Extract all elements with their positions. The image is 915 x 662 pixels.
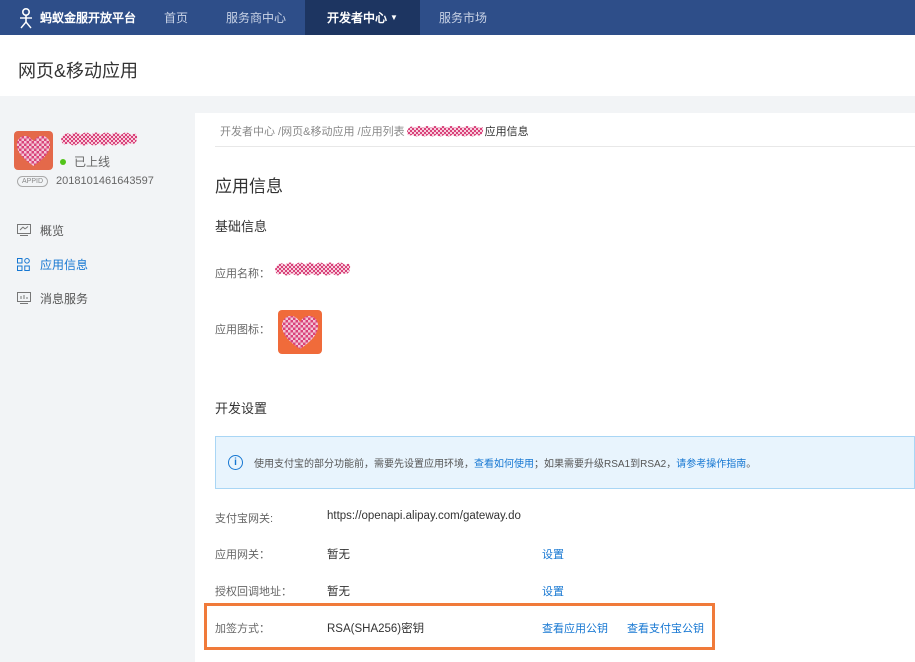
sidebar-item-app-info[interactable]: 应用信息 [0,247,193,281]
gateway-value: https://openapi.alipay.com/gateway.do [327,510,521,522]
appid-row: APPID 2018101461643597 [17,175,154,187]
chart-icon [17,292,32,304]
highlight-box [204,603,715,650]
sidebar-item-label: 概览 [40,223,65,238]
app-avatar [14,131,53,170]
app-name-redacted [61,132,138,146]
nav-home-label: 首页 [164,11,189,25]
divider [215,146,915,147]
grid-icon [17,258,32,271]
callback-row: 授权回调地址： 暂无 设置 [215,583,905,603]
gateway-label: 支付宝网关: [215,513,274,525]
brand-name: 蚂蚁金服开放平台 [40,11,137,25]
sidebar-item-message-service[interactable]: 消息服务 [0,281,193,315]
page-title: 网页&移动应用 [18,61,139,81]
caret-down-icon: ▼ [390,13,398,22]
breadcrumb-dev-center[interactable]: 开发者中心 / [220,123,281,139]
sidebar: 已上线 APPID 2018101461643597 概览 应用信息 消息服务 [0,113,193,662]
main-content: 开发者中心 / 网页&移动应用 / 应用列表 应用信息 应用信息 基础信息 应用… [195,113,915,662]
set-app-gateway-link[interactable]: 设置 [542,546,564,562]
breadcrumb-app-list[interactable]: 应用列表 [361,123,405,139]
ant-logo-icon [20,7,32,28]
guide-link[interactable]: 请参考操作指南 [676,459,746,470]
side-menu: 概览 应用信息 消息服务 [0,213,193,315]
breadcrumb-web-mobile[interactable]: 网页&移动应用 / [281,123,360,139]
set-callback-link[interactable]: 设置 [542,583,564,599]
app-icon-image [278,310,322,354]
alert-text: 。 [746,459,757,470]
info-alert: i 使用支付宝的部分功能前，需要先设置应用环境，查看如何使用；如果需要升级RSA… [215,436,915,489]
page-header: 网页&移动应用 [0,35,915,96]
nav-developer-label: 开发者中心 [327,11,388,25]
callback-label: 授权回调地址： [215,586,292,598]
sidebar-item-overview[interactable]: 概览 [0,213,193,247]
appid-value: 2018101461643597 [56,175,154,187]
breadcrumb-redacted [406,126,483,137]
app-gateway-value: 暂无 [327,549,350,561]
top-navbar: 蚂蚁金服开放平台 首页 服务商中心 开发者中心 ▼ 服务市场 [0,0,915,35]
nav-market-label: 服务市场 [438,11,487,25]
heart-icon [16,135,51,166]
app-status: 已上线 [60,153,110,170]
callback-value: 暂无 [327,586,350,598]
breadcrumb-current: 应用信息 [484,126,529,138]
nav-provider-label: 服务商中心 [226,11,287,25]
app-name-value-redacted [275,262,351,276]
nav-developer-center[interactable]: 开发者中心 ▼ [305,0,420,35]
sidebar-item-label: 应用信息 [40,257,89,272]
app-gateway-row: 应用网关： 暂无 设置 [215,546,905,566]
brand-logo[interactable]: 蚂蚁金服开放平台 [0,0,145,35]
dev-settings-heading: 开发设置 [215,401,268,416]
alert-message: 使用支付宝的部分功能前，需要先设置应用环境，查看如何使用；如果需要升级RSA1到… [254,455,756,470]
nav-provider-center[interactable]: 服务商中心 [207,0,305,35]
breadcrumb: 开发者中心 / 网页&移动应用 / 应用列表 应用信息 [220,123,529,139]
nav-service-market[interactable]: 服务市场 [420,0,506,35]
app-name-label: 应用名称： [215,268,270,280]
app-icon-label: 应用图标： [215,324,270,336]
app-gateway-label: 应用网关： [215,549,270,561]
nav-home[interactable]: 首页 [145,0,207,35]
status-label: 已上线 [74,155,111,169]
alert-text: 使用支付宝的部分功能前，需要先设置应用环境， [254,459,474,470]
info-icon: i [228,455,243,470]
sidebar-item-label: 消息服务 [40,291,89,306]
heart-icon [281,315,319,349]
basic-info-heading: 基础信息 [215,219,268,234]
how-to-use-link[interactable]: 查看如何使用 [474,459,534,470]
alert-text: ；如果需要升级RSA1到RSA2， [534,459,677,470]
status-dot-icon [60,158,66,165]
section-title: 应用信息 [215,177,283,196]
gateway-row: 支付宝网关: https://openapi.alipay.com/gatewa… [215,510,905,530]
appid-tag: APPID [17,175,49,187]
monitor-icon [17,224,32,236]
